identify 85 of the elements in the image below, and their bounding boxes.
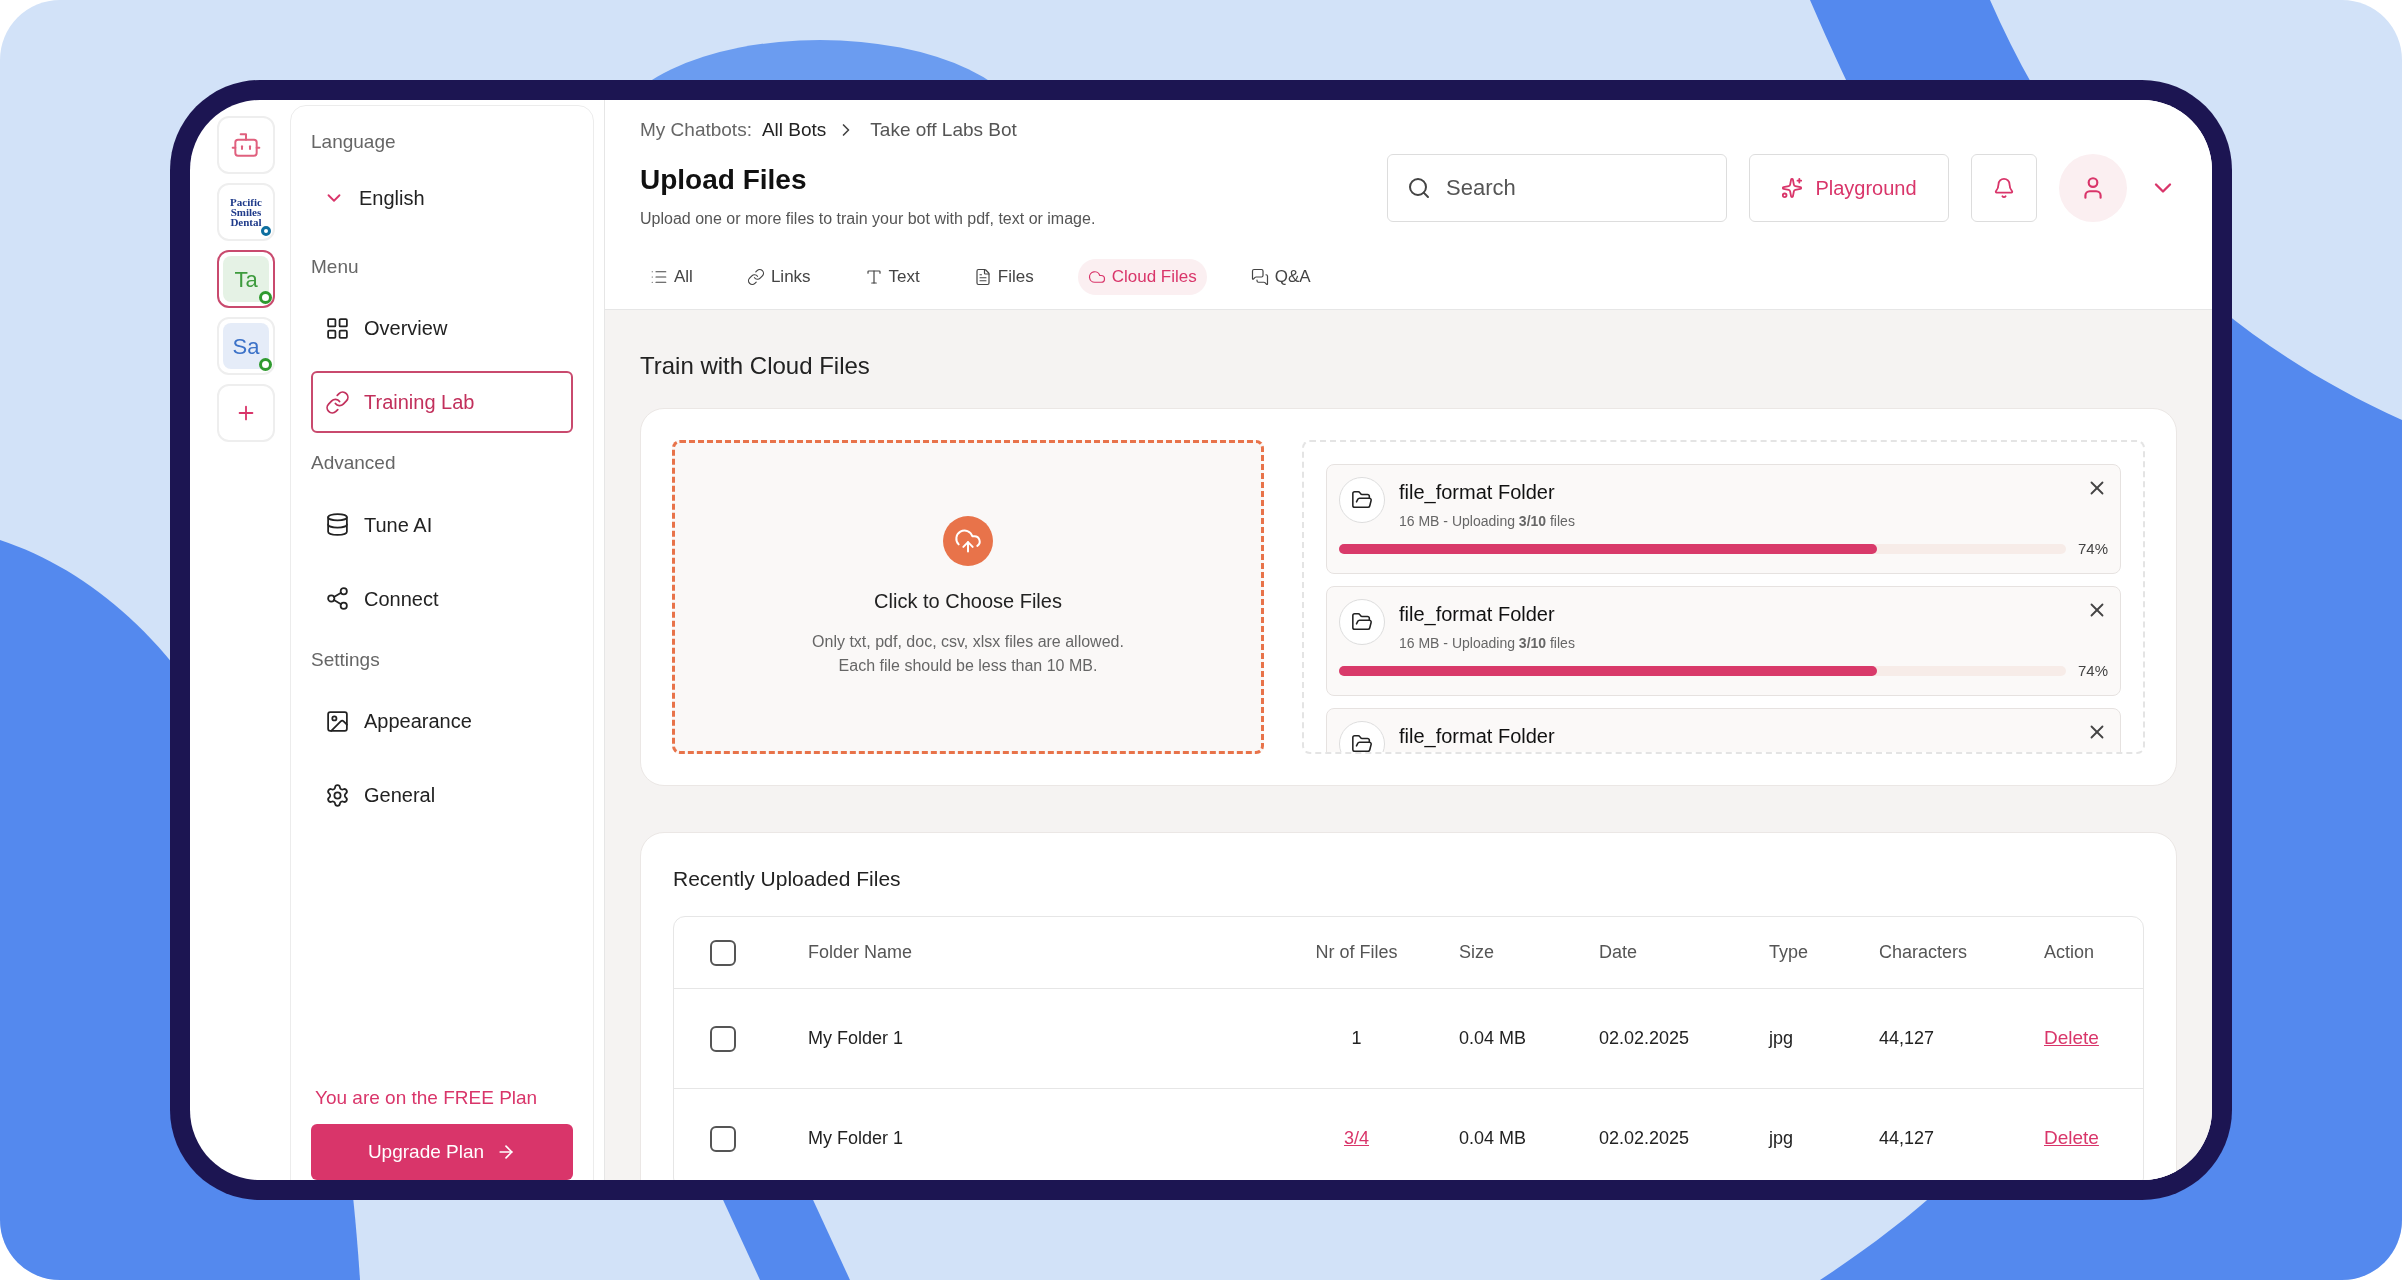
search-icon <box>1407 176 1431 200</box>
tab[interactable]: Q&A <box>1240 258 1321 295</box>
delete-link[interactable]: Delete <box>2029 1124 2143 1153</box>
table-cell-text: jpg <box>1767 1127 1795 1150</box>
language-select[interactable]: English <box>311 182 573 213</box>
grid-icon <box>325 315 350 341</box>
dropzone-hint: Only txt, pdf, doc, csv, xlsx files are allowed. <box>812 631 1124 652</box>
plan-notice: You are on the FREE Plan <box>314 1085 539 1110</box>
clinic-logo[interactable]: Pacific Smiles Dental <box>217 183 275 241</box>
section-label: Menu <box>311 254 360 279</box>
folder-name: file_format Folder <box>1399 479 1556 506</box>
search-field[interactable]: Search <box>1387 154 1727 222</box>
table-cell-text: 44,127 <box>1878 1027 1936 1050</box>
section-label: Language <box>311 130 397 154</box>
breadcrumb-link[interactable]: All Bots <box>761 116 827 145</box>
bell-icon <box>1993 177 2015 199</box>
table-cell-text: 44,127 <box>1878 1127 1936 1150</box>
table-cell-text: 02.02.2025 <box>1598 1127 1691 1150</box>
upgrade-plan-button[interactable]: Upgrade Plan <box>311 1124 573 1180</box>
files-count-link[interactable]: 3/4 <box>1344 1125 1369 1152</box>
page-title: Upload Files <box>640 162 808 197</box>
image-icon <box>325 708 350 734</box>
avatar-initials: Ta <box>234 265 258 294</box>
section-title: Train with Cloud Files <box>640 350 871 381</box>
chat-icon <box>1250 267 1269 286</box>
sidebar-item[interactable]: Appearance <box>311 690 573 752</box>
progress-percent: 74% <box>2077 660 2108 681</box>
file-dropzone[interactable]: Click to Choose Files Only txt, pdf, doc, csv, xlsx files are allowed. Each file should be less than 10 MB. <box>672 439 1264 754</box>
folder-name: file_format Folder <box>1399 723 1556 750</box>
table-cell-text: 0.04 MB <box>1458 1127 1528 1150</box>
column-header: Folder Name <box>807 941 914 964</box>
checkbox[interactable] <box>710 1125 736 1152</box>
progress-percent: 74% <box>2077 538 2108 559</box>
page-subtitle: Upload one or more files to train your bot with pdf, text or image. <box>640 208 1096 229</box>
document-icon <box>973 267 992 286</box>
delete-link[interactable]: Delete <box>2029 1024 2143 1053</box>
column-header: Action <box>2043 941 2096 964</box>
sidebar-item[interactable]: General <box>311 764 573 826</box>
sidebar-item[interactable]: Tune AI <box>311 493 573 556</box>
bot-avatar[interactable]: Sa <box>217 317 275 375</box>
table-cell-text: 0.04 MB <box>1458 1027 1528 1050</box>
text-icon <box>864 267 883 286</box>
tab[interactable]: Text <box>854 258 930 295</box>
breadcrumb-label: My Chatbots: <box>640 118 752 142</box>
dropzone-title: Click to Choose Files <box>874 588 1062 614</box>
link-icon <box>746 267 765 286</box>
link-icon <box>325 389 350 415</box>
sparkle-icon <box>1781 177 1804 199</box>
checkbox[interactable] <box>710 939 736 966</box>
share-icon <box>325 586 350 611</box>
section-title: Recently Uploaded Files <box>673 866 901 890</box>
upload-status: 16 MB - Uploading 3/10 files <box>1399 633 1576 653</box>
checkbox[interactable] <box>710 1025 736 1052</box>
breadcrumb-link[interactable]: Take off Labs Bot <box>870 116 1017 145</box>
table-cell-text: jpg <box>1767 1027 1795 1050</box>
gear-icon <box>325 782 350 808</box>
column-header: Date <box>1598 941 1639 964</box>
bot-avatar[interactable] <box>217 116 275 174</box>
sidebar-item[interactable]: Overview <box>311 297 573 359</box>
column-header: Nr of Files <box>1315 941 1398 964</box>
dropzone-hint: Each file should be less than 10 MB. <box>838 655 1098 676</box>
sidebar-item[interactable]: Training Lab <box>311 371 573 433</box>
table-cell-text: 02.02.2025 <box>1598 1027 1691 1050</box>
avatar-initials: Sa <box>232 332 260 361</box>
playground-button[interactable]: Playground <box>1749 154 1949 222</box>
table-cell-text: My Folder 1 <box>807 1027 905 1050</box>
table-cell-text: My Folder 1 <box>807 1127 905 1150</box>
section-label: Settings <box>311 647 381 672</box>
folder-icon <box>1339 598 1385 645</box>
section-label: Advanced <box>311 451 397 475</box>
logo-text: Pacific Smiles Dental <box>229 197 263 227</box>
cloud-upload-icon <box>943 515 993 566</box>
database-icon <box>325 512 350 537</box>
folder-name: file_format Folder <box>1399 601 1556 628</box>
tab[interactable]: Files <box>963 258 1044 295</box>
folder-icon <box>1339 476 1385 523</box>
column-header: Type <box>1768 941 1810 964</box>
upload-status: 16 MB - Uploading 3/10 files <box>1399 511 1576 531</box>
sidebar-item[interactable]: Connect <box>311 567 573 630</box>
tab[interactable]: Cloud Files <box>1077 258 1207 295</box>
tab[interactable]: All <box>640 258 703 295</box>
table-cell-text: 1 <box>1351 1027 1362 1050</box>
column-header: Size <box>1458 941 1495 964</box>
column-header: Characters <box>1878 941 1969 964</box>
tab[interactable]: Links <box>736 258 821 295</box>
